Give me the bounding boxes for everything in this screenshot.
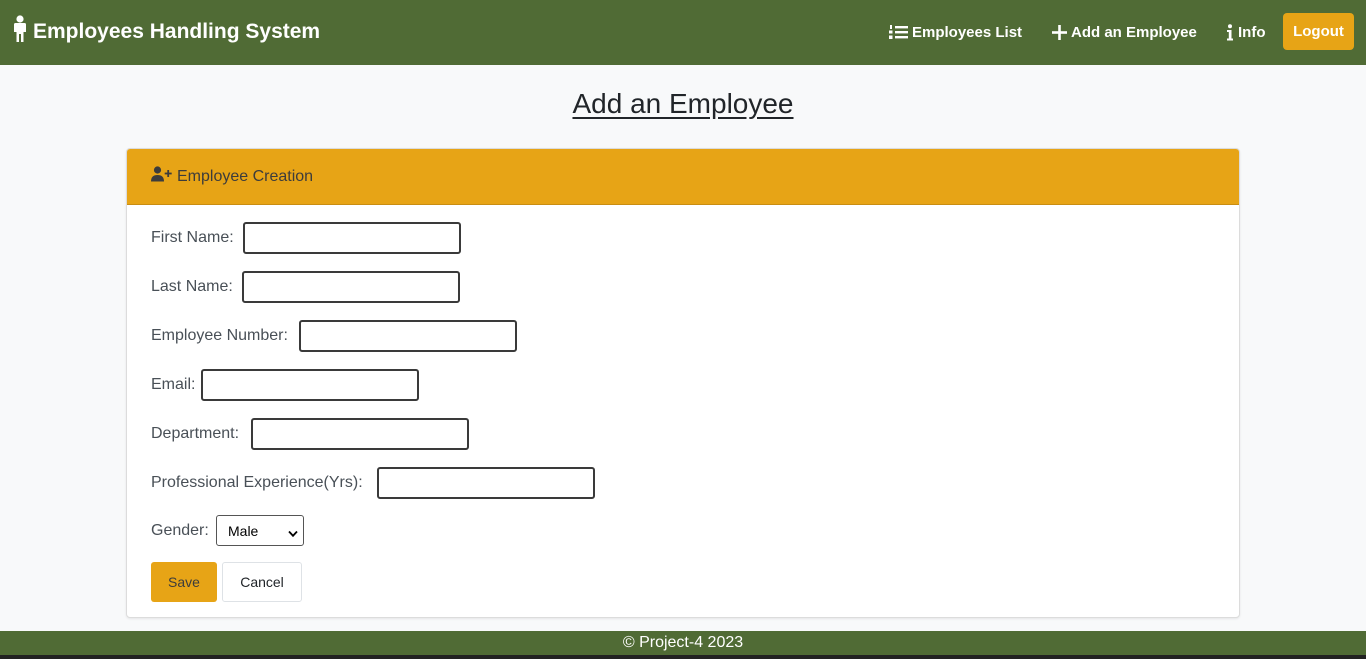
department-label: Department: — [151, 425, 240, 442]
nav-info-label: Info — [1238, 23, 1266, 41]
save-button[interactable]: Save — [151, 562, 217, 602]
brand-title: Employees Handling System — [33, 20, 321, 43]
page-title: Add an Employee — [572, 88, 794, 119]
card-header-title: Employee Creation — [177, 167, 314, 185]
last-name-label: Last Name: — [151, 278, 233, 295]
experience-input[interactable] — [377, 467, 595, 499]
nav-employees-list-label: Employees List — [912, 23, 1023, 41]
footer: © Project-4 2023 — [0, 631, 1366, 655]
footer-copyright: © Project-4 2023 — [622, 634, 744, 651]
employee-creation-card: Employee Creation First Name: Last Name:… — [126, 148, 1240, 618]
brand-link[interactable]: Employees Handling System — [11, 15, 320, 49]
chevron-down-icon — [288, 525, 298, 541]
top-navbar: Employees Handling System Employees List… — [0, 0, 1366, 65]
employee-number-input[interactable] — [299, 320, 517, 352]
plus-icon — [1052, 24, 1067, 40]
nav-add-employee[interactable]: Add an Employee — [1052, 21, 1197, 43]
email-input[interactable] — [201, 369, 419, 401]
experience-label: Professional Experience(Yrs): — [151, 474, 363, 491]
bottom-strip — [0, 655, 1366, 659]
nav-info[interactable]: Info — [1226, 21, 1266, 43]
person-standing-icon — [11, 15, 29, 49]
info-icon — [1226, 23, 1234, 41]
list-ol-icon — [889, 24, 908, 40]
first-name-label: First Name: — [151, 229, 234, 246]
first-name-input[interactable] — [243, 222, 461, 254]
department-input[interactable] — [251, 418, 469, 450]
card-header: Employee Creation — [127, 149, 1239, 205]
user-plus-icon — [151, 166, 172, 187]
employee-number-label: Employee Number: — [151, 327, 288, 344]
gender-label: Gender: — [151, 521, 209, 539]
cancel-button[interactable]: Cancel — [222, 562, 302, 602]
nav-add-employee-label: Add an Employee — [1071, 23, 1197, 41]
email-label: Email: — [151, 376, 196, 393]
nav-employees-list[interactable]: Employees List — [889, 21, 1022, 43]
gender-select[interactable]: Male — [216, 515, 304, 546]
last-name-input[interactable] — [242, 271, 460, 303]
logout-button[interactable]: Logout — [1283, 13, 1354, 50]
gender-selected-value: Male — [228, 522, 259, 539]
